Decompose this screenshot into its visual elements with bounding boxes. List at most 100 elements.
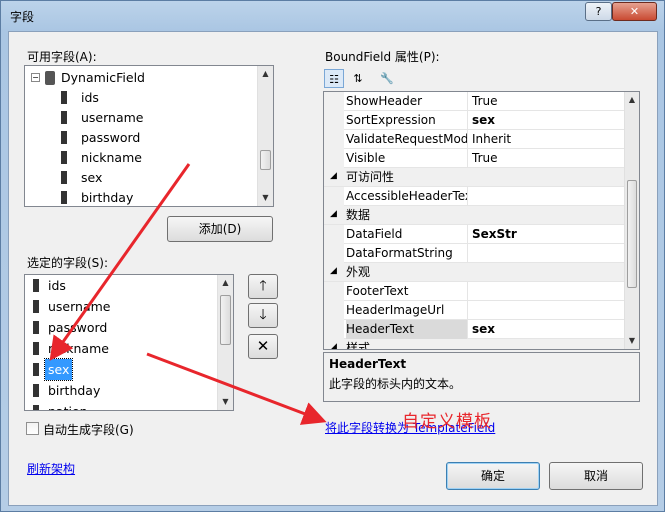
row-gutter	[324, 149, 344, 168]
scroll-up-icon[interactable]: ▲	[218, 275, 233, 291]
scroll-up-icon[interactable]: ▲	[258, 66, 273, 82]
field-icon	[33, 384, 39, 397]
selected-fields-list[interactable]: ids username password nickname sex birthday na…	[24, 274, 234, 411]
scroll-thumb[interactable]	[260, 150, 271, 170]
property-row[interactable]: AccessibleHeaderText	[324, 187, 624, 206]
add-button[interactable]: 添加(D)	[167, 216, 273, 242]
tree-item-label: password	[81, 130, 141, 145]
tree-item-label: nickname	[81, 150, 142, 165]
move-down-button[interactable]: 🡓	[248, 303, 278, 328]
list-item-label: birthday	[48, 383, 101, 398]
categorized-icon[interactable]: ☷	[324, 69, 344, 88]
field-icon	[61, 131, 67, 144]
row-gutter	[324, 320, 344, 339]
wrench-icon[interactable]: 🔧	[377, 69, 397, 88]
property-name: DataField	[346, 225, 468, 244]
move-up-button[interactable]: 🡑	[248, 274, 278, 299]
scroll-down-icon[interactable]: ▼	[258, 190, 273, 206]
category-label: 可访问性	[346, 170, 395, 184]
property-row[interactable]: ValidateRequestMode Inherit	[324, 130, 624, 149]
row-gutter	[324, 301, 344, 320]
property-value[interactable]: sex	[472, 320, 495, 338]
close-button[interactable]: ✕	[612, 2, 657, 21]
auto-generate-label: 自动生成字段(G)	[43, 423, 134, 437]
category-label: 样式	[346, 341, 371, 350]
property-category[interactable]: ◢ 数据	[324, 206, 624, 225]
scroll-up-icon[interactable]: ▲	[625, 92, 639, 108]
cancel-button[interactable]: 取消	[549, 462, 643, 490]
delete-button[interactable]: ✕	[248, 334, 278, 359]
list-item-label: nickname	[48, 341, 109, 356]
available-scrollbar[interactable]: ▲ ▼	[257, 66, 273, 206]
row-gutter	[324, 225, 344, 244]
property-description: HeaderText 此字段的标头内的文本。	[323, 352, 640, 402]
tree-item-label: username	[81, 110, 144, 125]
help-button[interactable]: ?	[585, 2, 612, 21]
list-item-label: nation	[45, 401, 91, 410]
auto-generate-checkbox[interactable]	[26, 422, 39, 435]
property-category[interactable]: ◢ 可访问性	[324, 168, 624, 187]
property-name: Visible	[346, 149, 468, 168]
property-value[interactable]: True	[472, 149, 498, 167]
collapse-icon[interactable]: ◢	[330, 209, 337, 219]
property-value[interactable]: sex	[472, 111, 495, 129]
property-category[interactable]: ◢ 外观	[324, 263, 624, 282]
property-row[interactable]: SortExpression sex	[324, 111, 624, 130]
property-name: HeaderImageUrl	[346, 301, 468, 320]
property-name: FooterText	[346, 282, 468, 301]
arrow-down-icon: 🡓	[259, 307, 267, 323]
dialog-window: 字段 ? ✕ 可用字段(A): − DynamicField ids userna…	[0, 0, 665, 512]
property-row[interactable]: HeaderImageUrl	[324, 301, 624, 320]
scroll-thumb[interactable]	[627, 180, 637, 288]
tree-root-label: DynamicField	[61, 70, 145, 85]
category-label: 数据	[346, 208, 371, 222]
refresh-schema-link[interactable]: 刷新架构	[27, 460, 75, 477]
category-label: 外观	[346, 265, 371, 279]
tree-item-label: ids	[81, 90, 99, 105]
property-category[interactable]: ◢ 样式	[324, 339, 624, 350]
property-row[interactable]: DataFormatString	[324, 244, 624, 263]
field-icon	[61, 91, 67, 104]
annotation-text: 自定义模板	[402, 412, 492, 432]
property-name: AccessibleHeaderText	[346, 187, 468, 206]
row-gutter	[324, 282, 344, 301]
tree-item-label: sex	[81, 170, 103, 185]
property-grid[interactable]: ShowHeader True SortExpression sex ValidateR…	[323, 91, 640, 350]
field-icon	[33, 279, 39, 292]
scroll-thumb[interactable]	[220, 295, 231, 345]
list-item-label: sex	[43, 358, 74, 381]
field-icon	[61, 171, 67, 184]
collapse-icon[interactable]: ◢	[330, 342, 337, 349]
window-title: 字段	[10, 10, 35, 24]
ok-button[interactable]: 确定	[446, 462, 540, 490]
collapse-icon[interactable]: ◢	[330, 266, 337, 276]
selected-scrollbar[interactable]: ▲ ▼	[217, 275, 233, 410]
field-icon	[33, 405, 39, 410]
row-gutter	[324, 244, 344, 263]
property-row[interactable]: FooterText	[324, 282, 624, 301]
field-icon	[61, 151, 67, 164]
collapse-icon[interactable]: ◢	[330, 171, 337, 181]
property-value[interactable]: SexStr	[472, 225, 517, 243]
database-icon	[45, 71, 55, 85]
list-item-label: username	[48, 299, 111, 314]
row-gutter	[324, 187, 344, 206]
title-bar: 字段 ? ✕	[1, 1, 664, 31]
properties-label: BoundField 属性(P):	[325, 50, 440, 64]
tree-item-label: birthday	[81, 190, 134, 205]
property-row[interactable]: DataField SexStr	[324, 225, 624, 244]
field-icon	[33, 300, 39, 313]
field-icon	[61, 111, 67, 124]
description-title: HeaderText	[329, 357, 407, 371]
property-row[interactable]: ShowHeader True	[324, 92, 624, 111]
property-value[interactable]: Inherit	[472, 130, 511, 148]
property-value[interactable]: True	[472, 92, 498, 110]
scroll-down-icon[interactable]: ▼	[218, 394, 233, 410]
available-fields-tree[interactable]: − DynamicField ids username password nickna…	[24, 65, 274, 207]
property-row[interactable]: Visible True	[324, 149, 624, 168]
sort-alpha-icon[interactable]: ⇅	[348, 69, 368, 88]
property-scrollbar[interactable]: ▲ ▼	[624, 92, 639, 349]
property-row[interactable]: HeaderText sex	[324, 320, 624, 339]
collapse-icon[interactable]: −	[31, 73, 40, 82]
scroll-down-icon[interactable]: ▼	[625, 333, 639, 349]
